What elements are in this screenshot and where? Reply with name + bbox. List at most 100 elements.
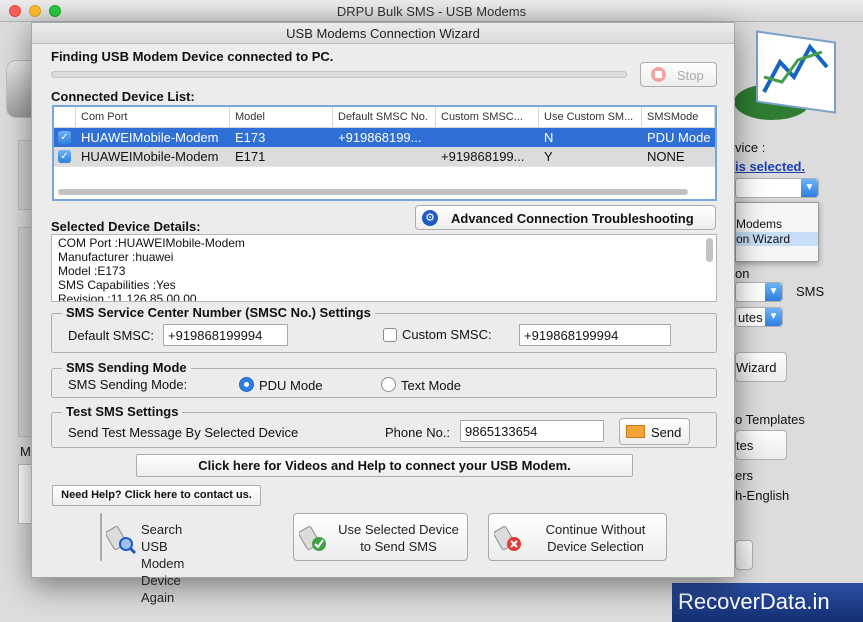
sending-mode-legend: SMS Sending Mode (62, 360, 191, 375)
text-mode-label: Text Mode (401, 378, 461, 393)
row-checkbox[interactable]: ✓ (58, 131, 71, 144)
text-mode-radio[interactable] (381, 377, 396, 392)
label-line2: to Send SMS (360, 539, 437, 554)
send-button[interactable]: Send (619, 418, 690, 445)
detail-line: Model :E173 (58, 264, 126, 278)
default-smsc-label: Default SMSC: (68, 328, 154, 343)
test-sms-group: Test SMS Settings Send Test Message By S… (51, 404, 717, 448)
usb-cancel-icon (493, 524, 524, 554)
phone-number-field[interactable]: 9865133654 (460, 420, 604, 442)
pdu-mode-label: PDU Mode (259, 378, 323, 393)
sms-combo[interactable]: ▼ (735, 282, 783, 302)
help-video-button[interactable]: Click here for Videos and Help to connec… (136, 454, 633, 477)
search-progress-bar (51, 71, 627, 78)
table-row[interactable]: ✓ HUAWEIMobile-Modem E171 +919868199... … (54, 147, 715, 166)
usb-search-icon (105, 524, 137, 555)
phone-label: Phone No.: (385, 425, 451, 440)
stop-button[interactable]: Stop (640, 62, 717, 87)
cell-custom-smsc (436, 128, 539, 147)
wizard-button[interactable]: Wizard (735, 352, 787, 382)
need-help-button[interactable]: Need Help? Click here to contact us. (52, 485, 261, 506)
send-label: Send (651, 425, 682, 440)
continue-without-device-button[interactable]: Continue Without Device Selection (488, 513, 667, 561)
device-list-label: Connected Device List: (51, 89, 195, 104)
advanced-troubleshooting-label: Advanced Connection Troubleshooting (451, 211, 694, 226)
selected-details-label: Selected Device Details: (51, 219, 201, 234)
users-label: ers (735, 468, 754, 483)
cell-model: E173 (235, 130, 266, 145)
main-window-title: DRPU Bulk SMS - USB Modems (336, 4, 527, 19)
bg-button[interactable] (735, 540, 753, 570)
table-row-empty (54, 166, 715, 185)
table-header-use-custom[interactable]: Use Custom SM... (539, 107, 642, 128)
chevron-down-icon: ▼ (801, 179, 818, 197)
custom-smsc-field[interactable]: +919868199994 (519, 324, 671, 346)
cell-sms-mode: NONE (647, 149, 685, 164)
cell-use-custom: N (544, 130, 554, 145)
device-combo[interactable]: ▼ (735, 178, 819, 198)
sending-mode-label: SMS Sending Mode: (68, 377, 188, 392)
dropdown-menu: Modems on Wizard (735, 202, 819, 262)
device-details-box[interactable]: COM Port :HUAWEIMobile-Modem Manufacture… (51, 234, 717, 302)
detail-line: Manufacturer :huawei (58, 250, 174, 264)
device-table: Com Port Model Default SMSC No. Custom S… (52, 105, 717, 201)
main-titlebar: DRPU Bulk SMS - USB Modems (0, 0, 863, 22)
default-smsc-field[interactable]: +919868199994 (163, 324, 288, 346)
label-line1: Use Selected Device (338, 522, 459, 537)
templates-button-label: tes (736, 438, 754, 453)
chevron-down-icon: ▼ (765, 283, 782, 301)
menu-item-modems[interactable]: Modems (736, 217, 818, 231)
test-message-label: Send Test Message By Selected Device (68, 425, 299, 440)
cell-default-smsc (333, 147, 436, 166)
chevron-down-icon: ▼ (765, 308, 782, 326)
minutes-value: utes (738, 310, 763, 325)
chart-logo-icon (734, 30, 836, 120)
smsc-settings-group: SMS Service Center Number (SMSC No.) Set… (51, 305, 717, 353)
vertical-scrollbar[interactable] (706, 238, 713, 262)
advanced-troubleshooting-button[interactable]: ⚙ Advanced Connection Troubleshooting (415, 205, 716, 230)
table-header-default-smsc[interactable]: Default SMSC No. (333, 107, 436, 128)
left-label: M (20, 444, 31, 459)
detail-line: Revision :11.126.85.00.00 (58, 292, 197, 302)
detail-line: COM Port :HUAWEIMobile-Modem (58, 236, 245, 250)
cell-custom-smsc: +919868199... (441, 149, 525, 164)
stop-square (655, 71, 662, 78)
search-again-button[interactable]: Search USB Modem Device Again (100, 513, 184, 605)
sending-mode-group: SMS Sending Mode SMS Sending Mode: PDU M… (51, 360, 717, 398)
table-header-sms-mode[interactable]: SMSMode (642, 107, 715, 128)
custom-smsc-label: Custom SMSC: (402, 327, 492, 342)
table-header-model[interactable]: Model (230, 107, 333, 128)
smsc-group-legend: SMS Service Center Number (SMSC No.) Set… (62, 305, 375, 320)
connection-wizard-dialog: USB Modems Connection Wizard Finding USB… (31, 22, 735, 605)
dialog-title: USB Modems Connection Wizard (32, 23, 734, 44)
envelope-icon (626, 425, 645, 438)
usb-check-icon (298, 524, 329, 554)
wizard-button-label: Wizard (736, 360, 777, 375)
finding-device-text: Finding USB Modem Device connected to PC… (51, 49, 334, 64)
stop-label: Stop (677, 68, 704, 83)
table-header-com-port[interactable]: Com Port (76, 107, 230, 128)
cell-com-port: HUAWEIMobile-Modem (81, 149, 219, 164)
table-header-custom-smsc[interactable]: Custom SMSC... (436, 107, 539, 128)
selected-device-link[interactable]: is selected. (735, 159, 805, 174)
minutes-combo[interactable]: utes ▼ (735, 307, 783, 327)
language-label: h-English (735, 488, 790, 503)
cell-com-port: HUAWEIMobile-Modem (81, 130, 219, 145)
horizontal-scrollbar[interactable] (58, 189, 688, 195)
pdu-mode-radio[interactable] (239, 377, 254, 392)
stop-icon (651, 67, 666, 82)
sms-label: SMS (796, 284, 825, 299)
test-sms-legend: Test SMS Settings (62, 404, 183, 419)
menu-item-wizard[interactable]: on Wizard (736, 232, 818, 246)
cell-model: E171 (235, 149, 266, 164)
custom-smsc-checkbox[interactable] (383, 328, 397, 342)
table-row[interactable]: ✓ HUAWEIMobile-Modem E173 +919868199... … (54, 128, 715, 147)
templates-label: o Templates (735, 412, 805, 427)
use-selected-device-button[interactable]: Use Selected Device to Send SMS (293, 513, 468, 561)
row-checkbox[interactable]: ✓ (58, 150, 71, 163)
templates-button[interactable]: tes (735, 430, 787, 460)
detail-line: SMS Capabilities :Yes (58, 278, 176, 292)
label-line1: Continue Without (545, 522, 646, 537)
cell-default-smsc: +919868199... (338, 130, 422, 145)
cell-sms-mode: PDU Mode (647, 130, 711, 145)
